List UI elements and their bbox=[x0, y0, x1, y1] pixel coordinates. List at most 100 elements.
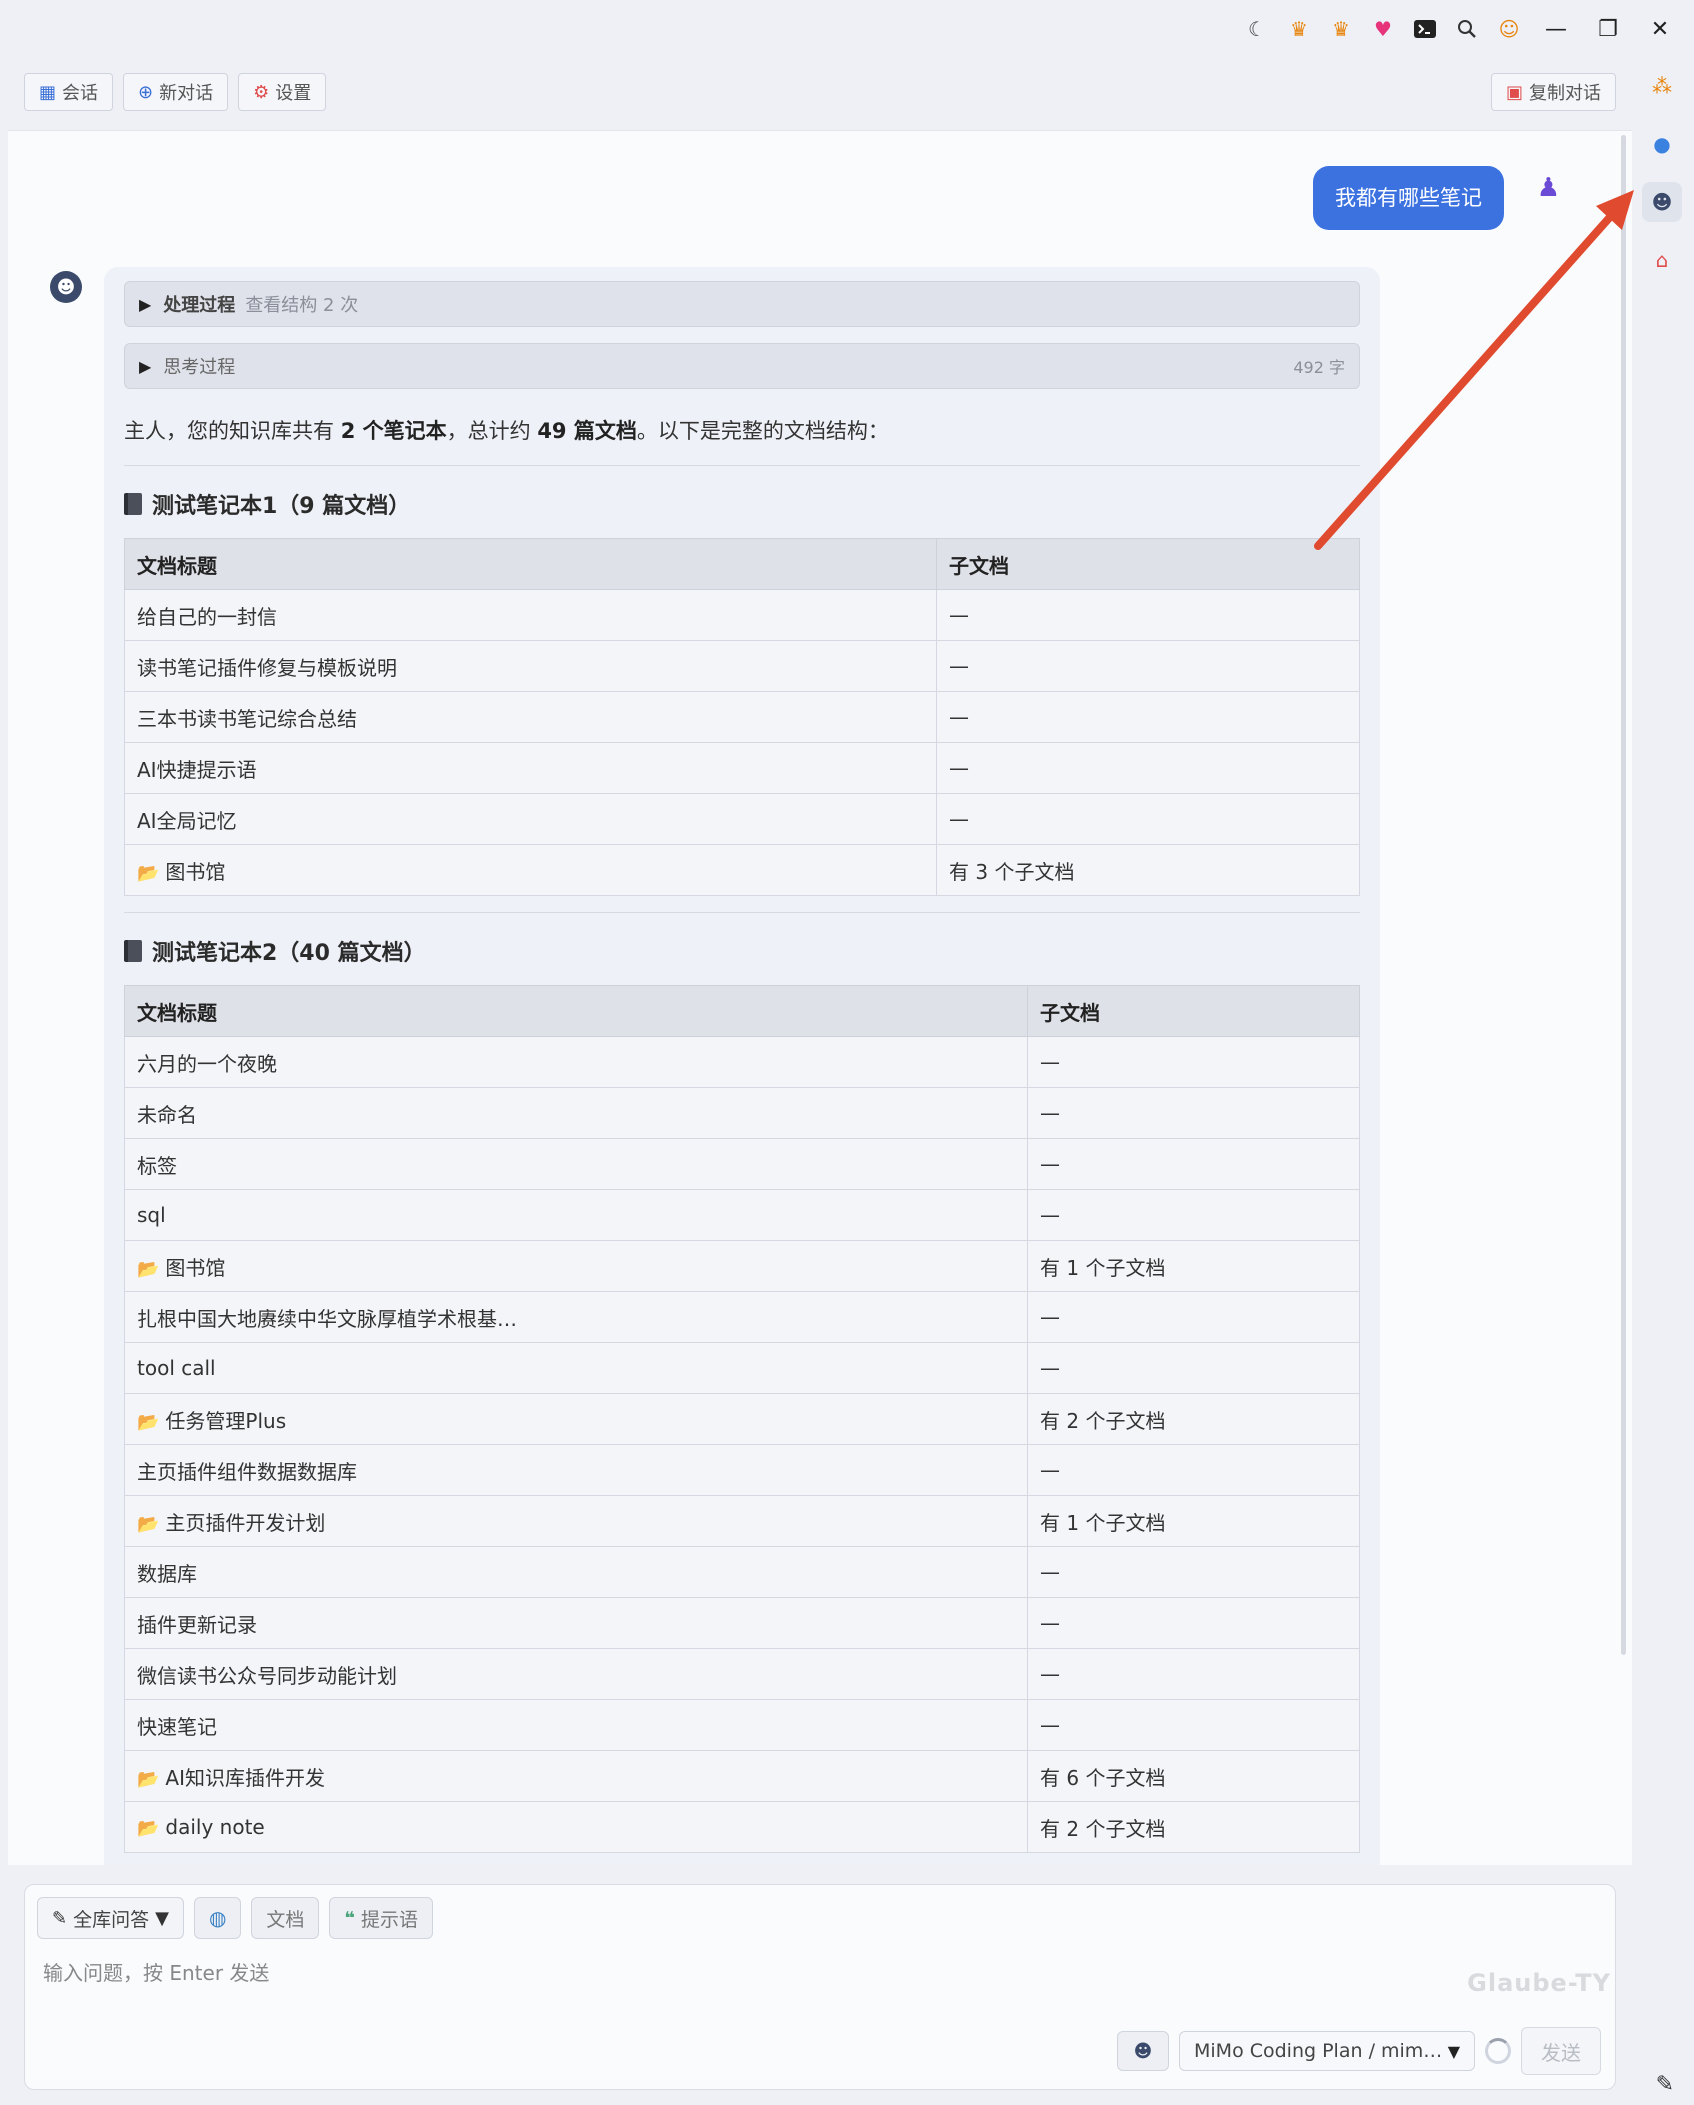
column-header-children: 子文档 bbox=[1027, 985, 1360, 1037]
prompts-label: 提示语 bbox=[361, 1908, 419, 1931]
plugin-dots-icon[interactable]: ⁂ bbox=[1642, 66, 1682, 106]
pin-icon[interactable]: ✎ bbox=[1656, 2072, 1674, 2097]
scrollbar[interactable] bbox=[1621, 135, 1626, 1655]
table-row[interactable]: AI快捷提示语 — bbox=[124, 742, 1360, 794]
moon-icon[interactable]: ☾ bbox=[1242, 14, 1272, 44]
palette-icon[interactable]: ● bbox=[1642, 124, 1682, 164]
doc-title: 主页插件开发计划 bbox=[165, 1510, 326, 1535]
doc-title: 插件更新记录 bbox=[137, 1612, 257, 1637]
folder-icon: 📂 bbox=[137, 1258, 160, 1280]
table-row[interactable]: 主页插件组件数据数据库 — bbox=[124, 1444, 1360, 1496]
input-panel: ✎ 全库问答 ▼ ◍ 文档 ❝ 提示语 输入问题，按 Enter 发送 Glau… bbox=[24, 1884, 1616, 2090]
doc-children-cell: — bbox=[936, 793, 1360, 845]
table-row[interactable]: 📂 任务管理Plus 有 2 个子文档 bbox=[124, 1393, 1360, 1445]
bot-avatar-icon: ☻ bbox=[50, 271, 82, 303]
table-row[interactable]: 数据库 — bbox=[124, 1546, 1360, 1598]
doc-title: 给自己的一封信 bbox=[137, 604, 277, 629]
table-row[interactable]: 📂 图书馆有 1 个子文档 bbox=[124, 1240, 1360, 1292]
doc-children-cell: — bbox=[1027, 1087, 1360, 1139]
doc-title-cell: 给自己的一封信 bbox=[124, 589, 937, 641]
table-row[interactable]: 插件更新记录 — bbox=[124, 1597, 1360, 1649]
send-button[interactable]: 发送 bbox=[1521, 2027, 1601, 2075]
doc-children-cell: 有 1 个子文档 bbox=[1027, 1240, 1360, 1292]
column-header-title: 文档标题 bbox=[124, 538, 937, 590]
doc-children-cell: 有 3 个子文档 bbox=[936, 844, 1360, 896]
doc-title: 数据库 bbox=[137, 1561, 197, 1586]
doc-title: AI知识库插件开发 bbox=[165, 1765, 326, 1790]
table-row[interactable]: 未命名 — bbox=[124, 1087, 1360, 1139]
heart-icon[interactable]: ♥ bbox=[1368, 14, 1398, 44]
doc-title-cell: 📂 图书馆 bbox=[124, 1240, 1028, 1292]
table-row[interactable]: AI全局记忆 — bbox=[124, 793, 1360, 845]
crown-icon[interactable]: ♛ bbox=[1326, 14, 1356, 44]
table-row[interactable]: tool call — bbox=[124, 1342, 1360, 1394]
question-input[interactable]: 输入问题，按 Enter 发送 bbox=[43, 1957, 269, 1986]
intro-text: 。以下是完整的文档结构： bbox=[636, 419, 889, 443]
table-row[interactable]: 快速笔记 — bbox=[124, 1699, 1360, 1751]
prompts-button[interactable]: ❝ 提示语 bbox=[329, 1897, 434, 1939]
model-select[interactable]: MiMo Coding Plan / mim… ▼ bbox=[1179, 2031, 1475, 2071]
thinking-fold-title: 思考过程 bbox=[163, 357, 236, 378]
robot-icon[interactable]: ☻ bbox=[1642, 182, 1682, 222]
doc-title-cell: 📂 图书馆 bbox=[124, 844, 937, 896]
doc-title: 未命名 bbox=[137, 1102, 197, 1127]
table-row[interactable]: 📂 daily note 有 2 个子文档 bbox=[124, 1801, 1360, 1853]
thinking-fold[interactable]: ▶ 思考过程 492 字 bbox=[124, 343, 1360, 389]
table-row[interactable]: 标签 — bbox=[124, 1138, 1360, 1190]
doc-title-cell: AI全局记忆 bbox=[124, 793, 937, 845]
doc-title-cell: 标签 bbox=[124, 1138, 1028, 1190]
agent-button[interactable]: ☻ bbox=[1117, 2031, 1169, 2071]
doc-children-cell: — bbox=[1027, 1597, 1360, 1649]
table-row[interactable]: 微信读书公众号同步动能计划 — bbox=[124, 1648, 1360, 1700]
notebook-title: 测试笔记本1（9 篇文档） bbox=[152, 494, 411, 519]
new-chat-button[interactable]: ⊕ 新对话 bbox=[123, 73, 229, 111]
table-row[interactable]: 读书笔记插件修复与模板说明 — bbox=[124, 640, 1360, 692]
input-actions: ☻ MiMo Coding Plan / mim… ▼ 发送 bbox=[1117, 2027, 1601, 2075]
settings-button[interactable]: ⚙ 设置 bbox=[238, 73, 327, 111]
web-search-toggle[interactable]: ◍ bbox=[193, 1897, 242, 1939]
close-button[interactable]: ✕ bbox=[1640, 14, 1680, 44]
doc-title-cell: 📂 AI知识库插件开发 bbox=[124, 1750, 1028, 1802]
doc-title: daily note bbox=[165, 1815, 265, 1839]
emoji-icon[interactable]: ☺ bbox=[1494, 14, 1524, 44]
docs-button[interactable]: 文档 bbox=[251, 1897, 320, 1939]
copy-chat-label: 复制对话 bbox=[1529, 83, 1601, 104]
search-icon[interactable] bbox=[1452, 14, 1482, 44]
doc-children-cell: — bbox=[1027, 1342, 1360, 1394]
table-row[interactable]: 📂 图书馆有 3 个子文档 bbox=[124, 844, 1360, 896]
doc-title: 快速笔记 bbox=[137, 1714, 217, 1739]
folder-icon: 📂 bbox=[137, 1768, 160, 1790]
table-row[interactable]: sql — bbox=[124, 1189, 1360, 1241]
notebook-heading: 测试笔记本1（9 篇文档） bbox=[124, 466, 1360, 538]
mode-select[interactable]: ✎ 全库问答 ▼ bbox=[37, 1897, 184, 1939]
doc-title-cell: sql bbox=[124, 1189, 1028, 1241]
doc-children-cell: 有 2 个子文档 bbox=[1027, 1393, 1360, 1445]
doc-title: sql bbox=[137, 1203, 166, 1227]
table-row[interactable]: 扎根中国大地赓续中华文脉厚植学术根基… — bbox=[124, 1291, 1360, 1343]
thinking-char-count: 492 字 bbox=[1293, 358, 1345, 377]
table-row[interactable]: 📂 主页插件开发计划有 1 个子文档 bbox=[124, 1495, 1360, 1547]
table-row[interactable]: 三本书读书笔记综合总结 — bbox=[124, 691, 1360, 743]
crown-icon[interactable]: ♛ bbox=[1284, 14, 1314, 44]
sessions-button[interactable]: ▦ 会话 bbox=[24, 73, 114, 111]
copy-chat-button[interactable]: ▣ 复制对话 bbox=[1490, 73, 1616, 111]
doc-title-cell: 读书笔记插件修复与模板说明 bbox=[124, 640, 937, 692]
minimize-button[interactable]: — bbox=[1536, 14, 1576, 44]
input-toolbar: ✎ 全库问答 ▼ ◍ 文档 ❝ 提示语 bbox=[37, 1897, 434, 1939]
table-row[interactable]: 📂 AI知识库插件开发有 6 个子文档 bbox=[124, 1750, 1360, 1802]
doc-title: 三本书读书笔记综合总结 bbox=[137, 706, 357, 731]
table-row[interactable]: 六月的一个夜晚 — bbox=[124, 1036, 1360, 1088]
home-icon[interactable]: ⌂ bbox=[1642, 240, 1682, 280]
folder-icon: 📂 bbox=[137, 1513, 160, 1535]
restore-button[interactable]: ❐ bbox=[1588, 14, 1628, 44]
doc-title-cell: 三本书读书笔记综合总结 bbox=[124, 691, 937, 743]
terminal-icon[interactable] bbox=[1410, 14, 1440, 44]
notebook-list: 测试笔记本1（9 篇文档） 文档标题 子文档 给自己的一封信 — 读书笔记插件修复与模板说… bbox=[124, 466, 1360, 1865]
process-fold[interactable]: ▶ 处理过程 查看结构 2 次 bbox=[124, 281, 1360, 327]
caret-right-icon: ▶ bbox=[139, 356, 152, 376]
table-row[interactable]: 给自己的一封信 — bbox=[124, 589, 1360, 641]
answer-intro: 主人，您的知识库共有 2 个笔记本，总计约 49 篇文档。以下是完整的文档结构： bbox=[124, 405, 1360, 466]
process-fold-title: 处理过程 bbox=[163, 295, 236, 316]
notebook-icon bbox=[124, 940, 142, 962]
quote-icon: ❝ bbox=[344, 1907, 355, 1929]
